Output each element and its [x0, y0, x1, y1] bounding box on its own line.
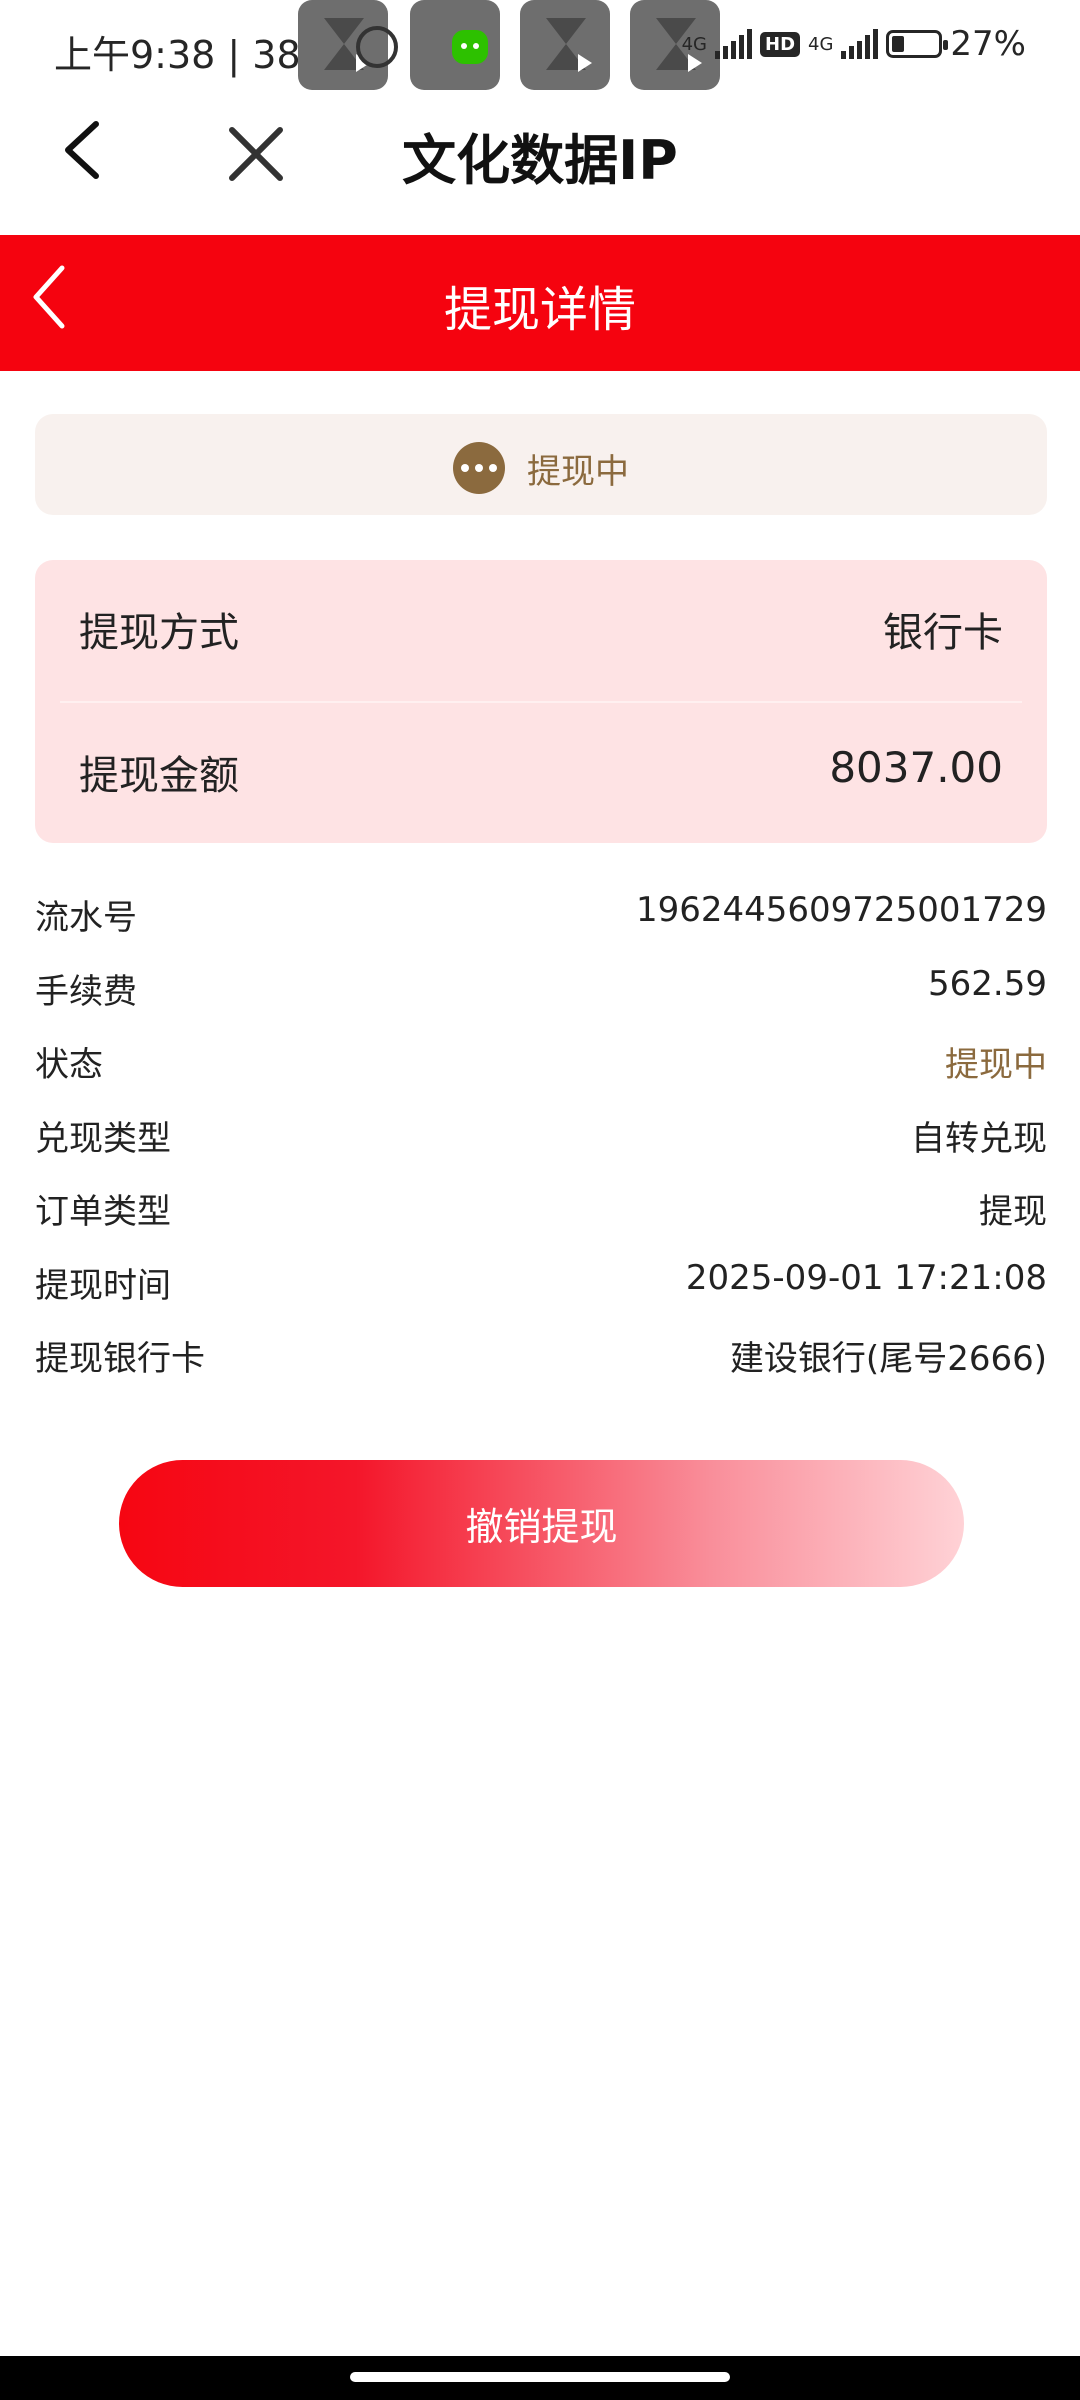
detail-value: 自转兑现	[911, 1118, 1047, 1159]
signal-icon	[841, 29, 879, 59]
browser-title: 文化数据IP	[402, 129, 678, 192]
detail-row-serial: 流水号 1962445609725001729	[35, 880, 1047, 954]
detail-value: 562.59	[928, 963, 1047, 1004]
battery-icon	[886, 30, 949, 58]
summary-card: 提现方式 银行卡 提现金额 8037.00	[35, 560, 1047, 843]
detail-row-bank-card: 提现银行卡 建设银行(尾号2666)	[35, 1321, 1047, 1395]
detail-value: 建设银行(尾号2666)	[729, 1339, 1047, 1379]
detail-label: 提现时间	[35, 1265, 171, 1306]
detail-row-cash-type: 兑现类型 自转兑现	[35, 1101, 1047, 1175]
detail-value: 提现中	[945, 1045, 1047, 1085]
withdraw-status-card: 提现中	[35, 414, 1047, 515]
amount-value: 8037.00	[829, 743, 1003, 792]
amount-row: 提现金额 8037.00	[35, 703, 1047, 833]
battery-percent: 27%	[950, 24, 1026, 64]
cancel-withdraw-label: 撤销提现	[465, 1505, 618, 1549]
method-value: 银行卡	[883, 610, 1003, 656]
network-label: 4G	[808, 33, 834, 55]
cancel-withdraw-button[interactable]: 撤销提现	[119, 1460, 964, 1587]
detail-row-status: 状态 提现中	[35, 1027, 1047, 1101]
detail-row-order-type: 订单类型 提现	[35, 1174, 1047, 1248]
detail-row-fee: 手续费 562.59	[35, 954, 1047, 1028]
more-dots-icon	[453, 442, 505, 494]
detail-label: 订单类型	[35, 1192, 171, 1232]
page-title: 提现详情	[443, 282, 636, 338]
detail-list: 流水号 1962445609725001729 手续费 562.59 状态 提现…	[35, 880, 1047, 1395]
method-row: 提现方式 银行卡	[35, 560, 1047, 690]
detail-label: 兑现类型	[35, 1118, 171, 1159]
wechat-icon	[410, 0, 500, 90]
detail-value: 提现	[979, 1192, 1047, 1232]
detail-label: 流水号	[35, 898, 137, 938]
status-bar: 上午9:38 | 387K/s 4G HD 4G 27%	[0, 0, 1080, 100]
detail-value: 2025-09-01 17:21:08	[685, 1257, 1047, 1298]
network-label: 4G	[681, 33, 707, 55]
detail-value: 1962445609725001729	[635, 890, 1047, 930]
amount-label: 提现金额	[79, 753, 239, 799]
detail-label: 手续费	[35, 971, 137, 1012]
detail-label: 状态	[35, 1045, 103, 1085]
detail-row-time: 提现时间 2025-09-01 17:21:08	[35, 1248, 1047, 1322]
signal-icon	[715, 29, 752, 59]
hourglass-play-icon	[520, 0, 610, 90]
system-indicators: 4G HD 4G 27%	[682, 24, 1026, 64]
home-indicator[interactable]	[350, 2372, 730, 2382]
hd-badge: HD	[760, 31, 801, 57]
detail-label: 提现银行卡	[35, 1339, 205, 1379]
alarm-icon	[356, 26, 398, 68]
battery-fill	[892, 36, 905, 52]
method-label: 提现方式	[79, 610, 239, 656]
status-label: 提现中	[527, 451, 629, 492]
